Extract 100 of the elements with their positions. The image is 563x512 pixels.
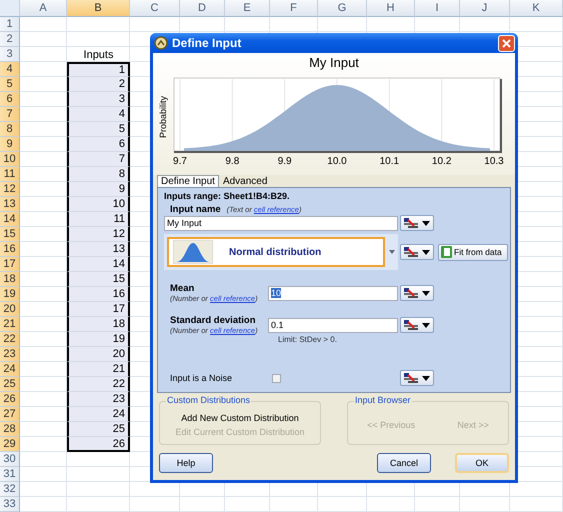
row-header[interactable]: 33 [0,497,20,512]
dialog-button[interactable]: Cancel [377,453,431,473]
row-header[interactable]: 11 [0,167,20,182]
table-arrow-icon [404,288,418,298]
row-header[interactable]: 6 [0,92,20,107]
column-header[interactable]: G [318,0,367,17]
row-header[interactable]: 27 [0,407,20,422]
table-cell: 17 [67,302,130,317]
column-header[interactable]: C [130,0,180,17]
axis-tick-label: 9.9 [278,156,292,167]
table-cell-text: Inputs [82,48,114,62]
column-header[interactable]: K [510,0,563,17]
row-header[interactable]: 2 [0,32,20,47]
close-icon [501,38,512,48]
dialog-button[interactable]: OK [455,453,509,473]
sheet-icon [441,246,452,258]
row-header[interactable]: 17 [0,257,20,272]
column-header[interactable]: H [367,0,415,17]
row-header[interactable]: 13 [0,197,20,212]
distribution-selector[interactable]: Normal distribution [164,234,398,270]
column-header[interactable]: A [20,0,67,17]
table-cell: 8 [67,167,130,182]
caret-icon [422,322,430,328]
row-header[interactable]: 31 [0,467,20,482]
input-field[interactable]: 0.1 [268,318,398,332]
table-cell: 4 [67,107,130,122]
caret-icon [422,290,430,296]
column-header[interactable]: F [270,0,318,17]
group-title: Input Browser [354,395,412,405]
row-header[interactable]: 21 [0,317,20,332]
input-field[interactable]: My Input [164,216,398,230]
table-cell: 14 [67,257,130,272]
cell-reference-button[interactable] [400,317,434,333]
checkbox[interactable] [272,374,281,382]
action-button[interactable]: Add New Custom Distribution [181,413,299,423]
row-header[interactable]: 4 [0,62,20,77]
row-header[interactable]: 30 [0,452,20,467]
row-header[interactable]: 16 [0,242,20,257]
row-header[interactable]: 7 [0,107,20,122]
cell-reference-button[interactable] [400,215,434,231]
row-header[interactable]: 12 [0,182,20,197]
column-header[interactable]: E [225,0,270,17]
row-header[interactable]: 1 [0,17,20,32]
column-header[interactable]: D [180,0,225,17]
row-header[interactable]: 26 [0,392,20,407]
input-field[interactable]: 10 [268,286,398,300]
caret-icon [422,376,430,380]
checkbox-label: Input is a Noise [169,373,234,383]
table-cell: 15 [67,272,130,287]
table-cell: 13 [67,242,130,257]
column-header[interactable]: J [460,0,510,17]
row-header[interactable]: 19 [0,287,20,302]
table-cell: 3 [67,92,130,107]
row-header[interactable]: 3 [0,47,20,62]
row-header[interactable]: 5 [0,77,20,92]
table-cell: 16 [67,287,130,302]
cell-reference-button[interactable] [400,244,434,260]
row-header[interactable]: 15 [0,227,20,242]
row-header[interactable]: 24 [0,362,20,377]
row-header[interactable]: 23 [0,347,20,362]
axis-tick-label: 10.3 [484,156,504,167]
bell-curve-icon [173,240,213,264]
tab[interactable]: Advanced [218,175,272,187]
cell-reference-button[interactable] [400,285,434,301]
row-header[interactable]: 10 [0,152,20,167]
table-cell: 6 [67,137,130,152]
table-cell: 21 [67,362,130,377]
column-header[interactable]: B [67,0,130,17]
row-header[interactable]: 8 [0,122,20,137]
table-cell: 7 [67,152,130,167]
cell-reference-button[interactable] [400,370,434,386]
chart-title: My Input [309,55,359,70]
row-header[interactable]: 20 [0,302,20,317]
inputs-range-text: Inputs range: Sheet1!B4:B29. [164,191,291,201]
window-title: Define Input [172,36,242,50]
row-header[interactable]: 25 [0,377,20,392]
row-header[interactable]: 32 [0,482,20,497]
row-header[interactable]: 28 [0,422,20,437]
row-header[interactable]: 22 [0,332,20,347]
table-cell: 5 [67,122,130,137]
distribution-name: Normal distribution [229,246,322,258]
table-arrow-icon [404,218,418,228]
column-header[interactable]: I [415,0,460,17]
dialog-button[interactable]: Help [159,453,213,473]
row-header[interactable]: 9 [0,137,20,152]
row-header[interactable]: 14 [0,212,20,227]
table-cell: 25 [67,422,130,437]
fit-from-data-button[interactable]: Fit from data [438,244,508,260]
axis-tick-label: 10.1 [380,156,400,167]
table-cell: 19 [67,332,130,347]
close-button[interactable] [498,34,515,52]
row-header[interactable]: 29 [0,437,20,452]
axis-tick-label: 9.7 [173,156,187,167]
table-cell: 9 [67,182,130,197]
table-arrow-icon [404,372,418,384]
row-header[interactable]: 18 [0,272,20,287]
table-arrow-icon [404,320,418,330]
axis-tick-label: 10.2 [432,156,452,167]
axis-tick-label: 9.8 [225,156,240,167]
tab[interactable]: Define Input [157,175,219,187]
